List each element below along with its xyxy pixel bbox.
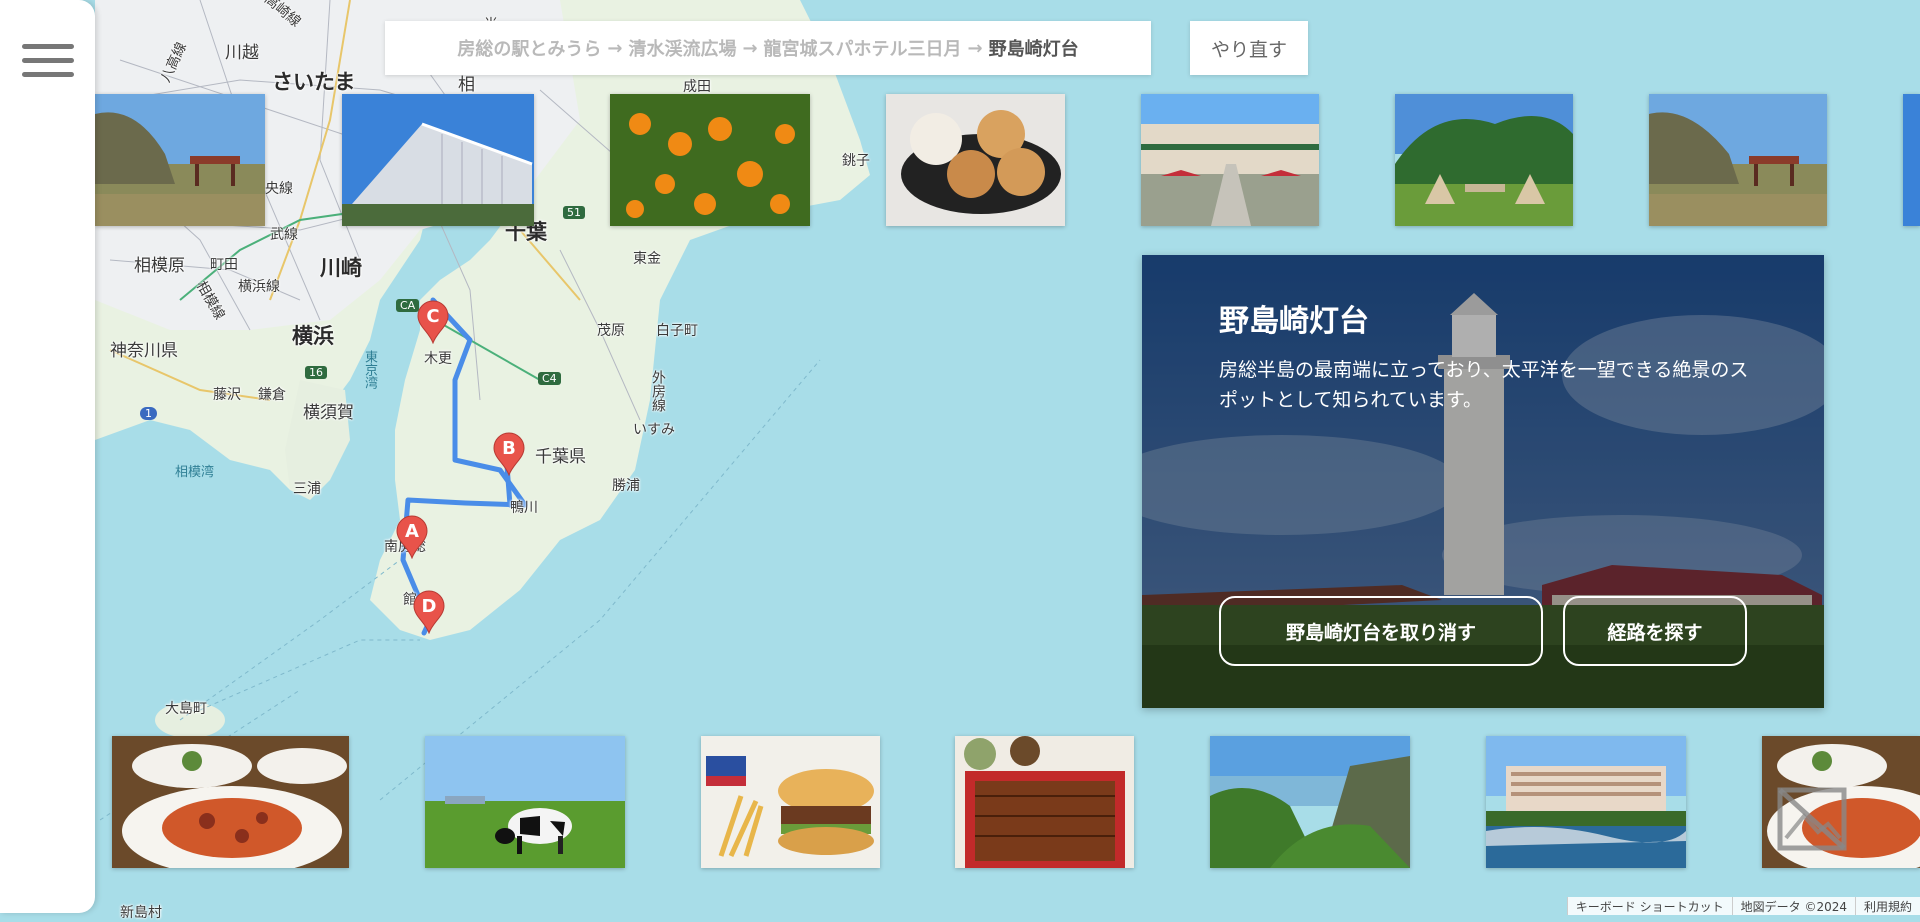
marker-a[interactable]: A <box>395 515 429 560</box>
map-label: 千葉県 <box>535 447 586 467</box>
map-label: 東京湾 <box>362 350 377 389</box>
map-label: 大島町 <box>165 701 207 717</box>
map-attribution: キーボード ショートカット 地図データ ©2024 利用規約 <box>1566 897 1920 915</box>
map-label: 木更 <box>424 351 452 367</box>
broken-image-icon <box>1776 786 1848 852</box>
map-label: 勝浦 <box>612 478 640 494</box>
road-shield: C4 <box>538 372 561 385</box>
hamburger-menu-icon[interactable] <box>22 44 74 88</box>
route-stop: 清水渓流広場 <box>628 39 737 60</box>
photo-card-seaside-hotel[interactable] <box>1486 736 1686 868</box>
route-arrow: → <box>742 37 758 59</box>
map-label: 相模湾 <box>175 465 215 480</box>
photo-card-unagi[interactable] <box>955 736 1134 868</box>
side-panel <box>0 0 95 913</box>
route-arrow: → <box>607 37 623 59</box>
redo-button[interactable]: やり直す <box>1190 21 1308 75</box>
map-label: 新島村 <box>120 905 162 921</box>
photo-card-mandarin-oranges[interactable] <box>610 94 810 226</box>
map-label: 神奈川県 <box>110 341 178 361</box>
map-label: 白子町 <box>656 323 698 339</box>
keyboard-shortcuts-link[interactable]: キーボード ショートカット <box>1566 897 1732 915</box>
map-label: 川崎 <box>320 256 362 280</box>
map-label: 武線 <box>270 227 298 243</box>
map-label: 成田 <box>683 79 711 95</box>
map-label: 東金 <box>633 251 661 267</box>
route-stop: 龍宮城スパホテル三日月 <box>763 39 962 60</box>
marker-c[interactable]: C <box>416 300 450 345</box>
road-shield: 1 <box>140 407 157 420</box>
photo-card-sweets[interactable] <box>886 94 1065 226</box>
map-data-label: 地図データ ©2024 <box>1731 897 1855 915</box>
photo-card-camping-tents[interactable] <box>1395 94 1573 226</box>
map-label: いすみ <box>633 422 675 438</box>
terms-link[interactable]: 利用規約 <box>1854 897 1920 915</box>
photo-card-partial[interactable] <box>1903 94 1920 226</box>
road-shield: 16 <box>305 366 327 379</box>
map-label: 横須賀 <box>303 403 354 423</box>
map-label: 藤沢 <box>213 387 241 403</box>
map-label: 央線 <box>265 181 293 197</box>
map-label: 銚子 <box>842 153 870 169</box>
map-label: 横浜 <box>292 324 334 348</box>
map-label: 外房線 <box>650 370 666 412</box>
spot-detail-card: 野島崎灯台 房総半島の最南端に立っており、太平洋を一望できる絶景のスポットとして… <box>1142 255 1824 708</box>
map-label: 鴨川 <box>510 500 538 516</box>
map-label: 横浜線 <box>238 279 280 295</box>
route-arrow: → <box>967 37 983 59</box>
map-label: 相模原 <box>134 256 185 276</box>
spot-title: 野島崎灯台 <box>1219 304 1369 339</box>
photo-card-coastal-pavilion[interactable] <box>1649 94 1827 226</box>
map-label: 三浦 <box>293 481 321 497</box>
map-label: 川越 <box>225 43 259 63</box>
cancel-spot-button[interactable]: 野島崎灯台を取り消す <box>1219 596 1543 666</box>
route-stop: 房総の駅とみうら <box>457 39 602 60</box>
photo-card-hamburger[interactable] <box>701 736 880 868</box>
photo-card-coastal-pavilion[interactable] <box>95 94 265 226</box>
spot-description: 房総半島の最南端に立っており、太平洋を一望できる絶景のスポットとして知られていま… <box>1219 359 1749 411</box>
map-label: 町田 <box>210 257 238 273</box>
photo-card-cow-pasture[interactable] <box>425 736 625 868</box>
route-destination: 野島崎灯台 <box>988 39 1079 60</box>
map-label: 鎌倉 <box>258 387 286 403</box>
photo-card-pasta[interactable] <box>112 736 349 868</box>
photo-card-courtyard-hotel[interactable] <box>1141 94 1319 226</box>
photo-card-glass-building[interactable] <box>342 94 534 226</box>
road-shield: 51 <box>563 206 585 219</box>
photo-card-cliffs[interactable] <box>1210 736 1410 868</box>
marker-b[interactable]: B <box>492 432 526 477</box>
route-breadcrumb: 房総の駅とみうら → 清水渓流広場 → 龍宮城スパホテル三日月 → 野島崎灯台 <box>385 21 1151 75</box>
find-route-button[interactable]: 経路を探す <box>1563 596 1747 666</box>
map-label: さいたま <box>272 70 356 94</box>
map-label: 茂原 <box>597 323 625 339</box>
marker-d[interactable]: D <box>412 590 446 635</box>
